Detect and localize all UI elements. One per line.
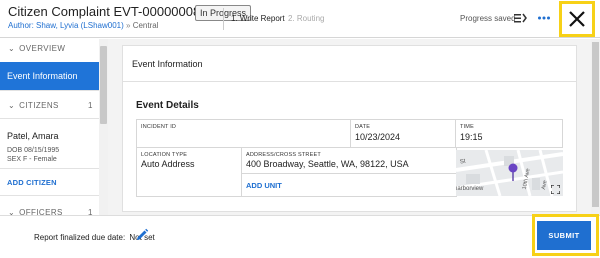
step-write-report[interactable]: 1. Write Report [231, 14, 285, 23]
subsection-title: Event Details [136, 100, 199, 111]
citizen-sex: SEX F - Female [7, 156, 57, 163]
map-label: harborview [456, 186, 484, 192]
map-label: St [459, 158, 467, 166]
section-title: Event Information [132, 59, 203, 69]
fullscreen-icon[interactable] [551, 185, 560, 194]
location-type-label: LOCATION TYPE [141, 152, 188, 158]
incident-id-label: INCIDENT ID [141, 124, 177, 130]
address-label: ADDRESS/CROSS STREET [246, 152, 321, 158]
citizen-details: DOB 08/15/1995 SEX F - Female [7, 146, 59, 164]
breadcrumb-separator: » [126, 21, 131, 30]
edit-pencil-icon[interactable] [135, 228, 149, 242]
section-label: CITIZENS [19, 101, 59, 110]
main-scrollbar-thumb[interactable] [592, 42, 599, 207]
close-button[interactable] [559, 1, 595, 37]
sidebar-divider [0, 168, 99, 169]
add-unit-button[interactable]: ADD UNIT [246, 181, 282, 190]
map-pin-icon[interactable] [508, 163, 518, 181]
chevron-down-icon: ⌄ [8, 101, 16, 110]
progress-saved-text: Progress saved [460, 14, 516, 23]
address-value: 400 Broadway, Seattle, WA, 98122, USA [246, 159, 409, 169]
chevron-down-icon: ⌄ [8, 44, 16, 53]
more-horizontal-icon[interactable] [537, 11, 551, 25]
sidebar-section-citizens[interactable]: ⌄ CITIZENS [8, 101, 59, 110]
sidebar-divider [0, 118, 99, 119]
date-label: DATE [355, 124, 371, 130]
location-map[interactable]: St harborview 10th Ave Ave [456, 150, 563, 196]
sidebar-divider [0, 195, 99, 196]
submit-button[interactable]: SUBMIT [537, 221, 591, 250]
section-label: OVERVIEW [19, 44, 66, 53]
citizens-count: 1 [88, 101, 93, 110]
time-label: TIME [460, 124, 474, 130]
sidebar-item-event-information[interactable]: Event Information [0, 62, 99, 90]
time-value: 19:15 [460, 132, 483, 142]
progress-list-icon[interactable] [513, 11, 527, 25]
header-divider [223, 8, 224, 30]
author-line: Author: Shaw, Lyvia (LShaw001) » Central [8, 21, 159, 30]
citizen-name[interactable]: Patel, Amara [7, 131, 59, 141]
sidebar-scrollbar-thumb[interactable] [100, 46, 107, 124]
location-type-value: Auto Address [141, 159, 195, 169]
date-value: 10/23/2024 [355, 132, 401, 142]
due-date-label: Report finalized due date: [34, 233, 126, 242]
sidebar-section-overview[interactable]: ⌄ OVERVIEW [8, 44, 65, 53]
page-title: Citizen Complaint EVT-00000008-1 [8, 4, 212, 19]
author-link[interactable]: Author: Shaw, Lyvia (LShaw001) [8, 21, 124, 30]
add-citizen-button[interactable]: ADD CITIZEN [7, 178, 57, 187]
step-routing[interactable]: 2. Routing [288, 14, 324, 23]
location-label: Central [132, 21, 159, 30]
sidebar-divider [0, 90, 99, 91]
citizen-dob: DOB 08/15/1995 [7, 147, 60, 154]
close-icon [569, 11, 585, 27]
